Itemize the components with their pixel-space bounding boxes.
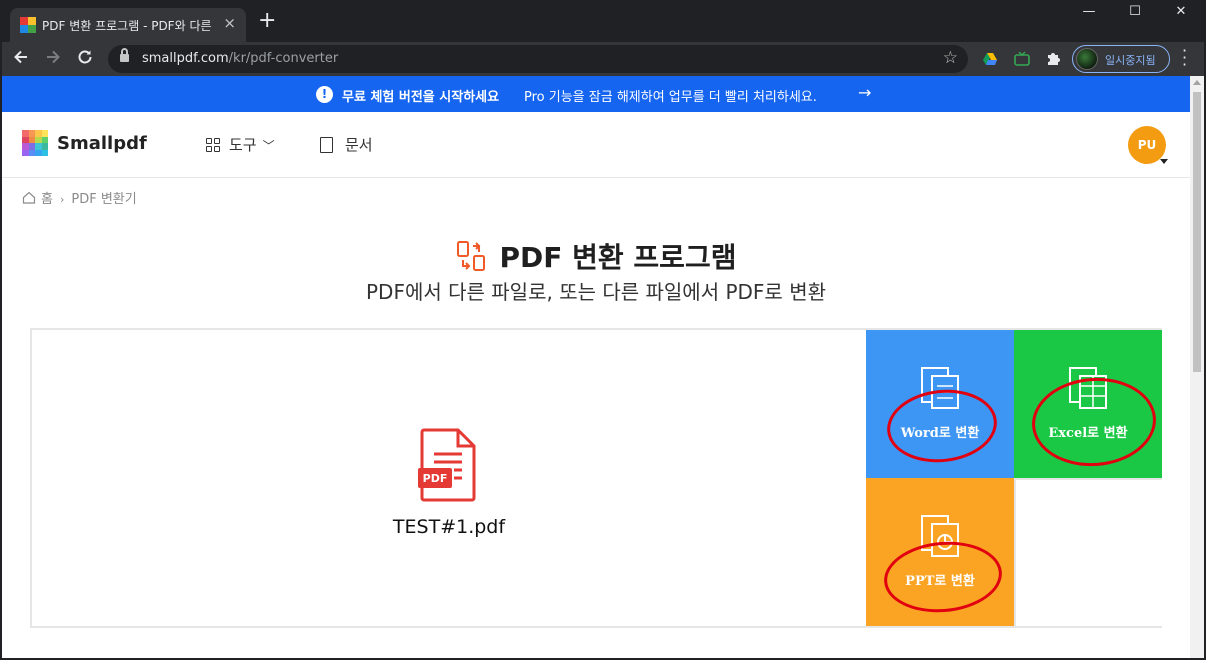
profile-status-text: 일시중지됨 <box>1105 54 1156 67</box>
page-scrollbar[interactable] <box>1190 76 1204 658</box>
profile-paused-button[interactable]: 일시중지됨 <box>1072 45 1170 73</box>
documents-link[interactable]: 문서 <box>320 134 373 155</box>
lock-icon[interactable] <box>120 48 129 63</box>
file-name: TEST#1.pdf <box>392 516 506 538</box>
arrow-right-icon[interactable]: → <box>858 83 871 102</box>
convert-to-excel-label: Excel로 변환 <box>1048 426 1128 441</box>
scrollbar-thumb[interactable] <box>1193 92 1201 372</box>
home-icon[interactable] <box>22 191 36 204</box>
info-icon: ! <box>316 86 333 103</box>
browser-menu-icon[interactable]: · · · <box>1182 43 1187 73</box>
user-avatar[interactable]: PU <box>1128 126 1168 164</box>
user-initials: PU <box>1137 138 1157 152</box>
google-drive-extension-icon[interactable] <box>982 51 998 67</box>
browser-tab[interactable]: PDF 변환 프로그램 - PDF와 다른 × <box>10 8 246 42</box>
trial-banner-text: Pro 기능을 잠금 해제하여 업무를 더 빨리 처리하세요. <box>524 90 817 105</box>
tools-menu[interactable]: 도구 ﹀ <box>206 134 275 155</box>
converter-panel: PDF TEST#1.pdf Word로 변환 Excel로 변환 PPT로 변 <box>30 328 1162 628</box>
url-text: smallpdf.com/kr/pdf-converter <box>142 51 339 66</box>
grid-icon <box>206 138 220 152</box>
forward-arrow-icon[interactable] <box>44 48 62 71</box>
word-document-icon <box>918 366 962 410</box>
trial-banner-title: 무료 체험 버전을 시작하세요 <box>342 90 500 105</box>
browser-toolbar: smallpdf.com/kr/pdf-converter ☆ 일시중지됨 · ·… <box>2 42 1204 76</box>
new-tab-button[interactable]: + <box>258 8 276 33</box>
breadcrumb-current: PDF 변환기 <box>71 192 137 207</box>
trial-banner[interactable]: ! 무료 체험 버전을 시작하세요 Pro 기능을 잠금 해제하여 업무를 더 … <box>2 76 1190 112</box>
web-page: ! 무료 체험 버전을 시작하세요 Pro 기능을 잠금 해제하여 업무를 더 … <box>2 76 1190 658</box>
browser-window: PDF 변환 프로그램 - PDF와 다른 × + — ☐ ✕ smallpdf… <box>0 0 1206 660</box>
convert-to-word-label: Word로 변환 <box>900 426 980 441</box>
smallpdf-favicon-icon <box>20 17 36 33</box>
excel-sheet-icon <box>1066 366 1110 410</box>
brand-name[interactable]: Smallpdf <box>57 133 147 154</box>
breadcrumb: 홈 › PDF 변환기 <box>22 188 137 207</box>
caret-down-icon <box>1160 159 1168 164</box>
page-heading: PDF 변환 프로그램 <box>2 236 1190 276</box>
address-bar[interactable]: smallpdf.com/kr/pdf-converter ☆ <box>108 45 968 73</box>
smallpdf-logo-icon[interactable] <box>22 130 48 156</box>
documents-link-label: 문서 <box>345 136 373 154</box>
tv-extension-icon[interactable] <box>1014 51 1030 67</box>
profile-avatar <box>1076 48 1098 70</box>
site-header: Smallpdf 도구 ﹀ 문서 PU <box>2 112 1190 178</box>
maximize-button[interactable]: ☐ <box>1112 2 1158 26</box>
scroll-up-icon[interactable] <box>1193 80 1201 85</box>
pdf-badge-label: PDF <box>422 472 448 485</box>
convert-to-excel-button[interactable]: Excel로 변환 <box>1014 330 1162 478</box>
breadcrumb-home[interactable]: 홈 <box>41 192 53 207</box>
document-icon <box>320 137 333 153</box>
bookmark-star-icon[interactable]: ☆ <box>943 48 958 68</box>
tab-title: PDF 변환 프로그램 - PDF와 다른 <box>42 19 212 33</box>
convert-to-ppt-button[interactable]: PPT로 변환 <box>866 478 1014 626</box>
window-controls: — ☐ ✕ <box>1066 2 1204 26</box>
convert-to-ppt-label: PPT로 변환 <box>905 574 975 589</box>
chevron-down-icon: ﹀ <box>262 139 275 153</box>
back-arrow-icon[interactable] <box>12 48 30 71</box>
extensions-puzzle-icon[interactable] <box>1045 51 1061 67</box>
browser-titlebar: PDF 변환 프로그램 - PDF와 다른 × + — ☐ ✕ <box>2 2 1204 42</box>
pdf-file-icon: PDF <box>418 428 478 502</box>
minimize-button[interactable]: — <box>1066 2 1112 26</box>
page-subtitle: PDF에서 다른 파일로, 또는 다른 파일에서 PDF로 변환 <box>366 280 826 304</box>
page-title: PDF 변환 프로그램 <box>499 241 737 274</box>
empty-option-cell <box>1014 478 1162 626</box>
breadcrumb-separator: › <box>59 193 65 206</box>
reload-icon[interactable] <box>76 48 94 71</box>
ppt-slide-icon <box>918 514 962 558</box>
convert-arrows-icon <box>456 240 486 272</box>
tools-menu-label: 도구 <box>229 136 257 154</box>
convert-to-word-button[interactable]: Word로 변환 <box>866 330 1014 478</box>
tab-close-icon[interactable]: × <box>223 14 236 32</box>
window-close-button[interactable]: ✕ <box>1158 2 1204 26</box>
